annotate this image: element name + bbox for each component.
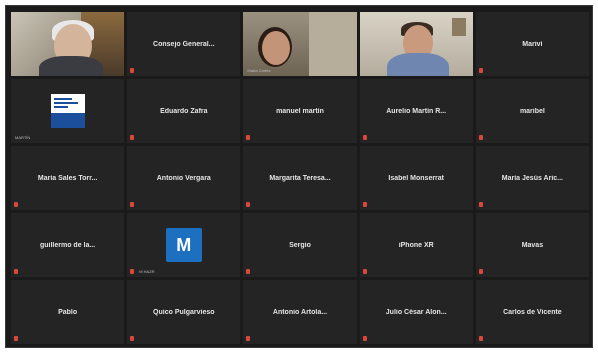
video-tile-1[interactable] — [11, 12, 125, 76]
muted-mic-icon — [478, 68, 483, 73]
muted-mic-icon — [478, 269, 483, 274]
video-tile-10[interactable]: maribel — [475, 79, 589, 143]
document-thumbnail — [50, 94, 85, 128]
participant-name: Aurelio Martín R... — [386, 107, 447, 115]
video-tile-13[interactable]: Margarita Teresa... — [243, 146, 357, 210]
gallery-grid: Consejo General... Marta Cortés Mariví M… — [11, 12, 589, 344]
participant-name: Carlos de Vicente — [503, 308, 562, 316]
muted-mic-icon — [130, 135, 135, 140]
video-tile-6[interactable]: MARTÍN — [11, 79, 125, 143]
participant-name: maribel — [519, 107, 545, 115]
muted-mic-icon — [478, 135, 483, 140]
participant-video — [359, 12, 473, 76]
muted-mic-icon — [362, 269, 367, 274]
participant-name: iPhone XR — [398, 241, 434, 249]
participant-name: Antonio Vergara — [156, 174, 211, 182]
participant-video — [243, 12, 357, 76]
video-tile-23[interactable]: Antonio Artola... — [243, 280, 357, 344]
participant-name: Quico Pulgarvieso — [153, 308, 215, 316]
tile-caption: Marta Cortés — [247, 68, 271, 73]
participant-name: Consejo General... — [153, 40, 215, 48]
video-tile-18[interactable]: Sergio — [243, 213, 357, 277]
video-tile-15[interactable]: María Jesús Aric... — [475, 146, 589, 210]
muted-mic-icon — [478, 202, 483, 207]
video-tile-2[interactable]: Consejo General... — [127, 12, 241, 76]
video-tile-20[interactable]: Mavas — [475, 213, 589, 277]
muted-mic-icon — [362, 202, 367, 207]
tile-caption: MARTÍN — [15, 135, 31, 140]
video-tile-14[interactable]: Isabel Monserrat — [359, 146, 473, 210]
participant-name: María Sales Torr... — [37, 174, 98, 182]
participant-name: Mavas — [521, 241, 544, 249]
participant-name: guillermo de la... — [39, 241, 96, 249]
participant-name: Mariví — [522, 40, 543, 48]
muted-mic-icon — [130, 336, 135, 341]
muted-mic-icon — [362, 336, 367, 341]
video-tile-17[interactable]: M M HAZR — [127, 213, 241, 277]
muted-mic-icon — [478, 336, 483, 341]
participant-name: Antonio Artola... — [272, 308, 328, 316]
participant-name: Isabel Monserrat — [388, 174, 445, 182]
video-tile-11[interactable]: María Sales Torr... — [11, 146, 125, 210]
video-tile-4[interactable] — [359, 12, 473, 76]
muted-mic-icon — [246, 269, 251, 274]
video-tile-5[interactable]: Mariví — [475, 12, 589, 76]
video-tile-3[interactable]: Marta Cortés — [243, 12, 357, 76]
video-tile-24[interactable]: Julio César Alon... — [359, 280, 473, 344]
video-tile-22[interactable]: Quico Pulgarvieso — [127, 280, 241, 344]
muted-mic-icon — [14, 202, 18, 207]
video-tile-21[interactable]: Pablo — [11, 280, 125, 344]
video-tile-8[interactable]: manuel martín — [243, 79, 357, 143]
video-tile-12[interactable]: Antonio Vergara — [127, 146, 241, 210]
muted-mic-icon — [14, 269, 18, 274]
video-tile-16[interactable]: guillermo de la... — [11, 213, 125, 277]
video-tile-9[interactable]: Aurelio Martín R... — [359, 79, 473, 143]
participant-name: Sergio — [289, 241, 311, 249]
muted-mic-icon — [246, 202, 251, 207]
tile-caption: M HAZR — [139, 269, 155, 274]
video-tile-7[interactable]: Eduardo Zafra — [127, 79, 241, 143]
zoom-window: Consejo General... Marta Cortés Mariví M… — [5, 5, 593, 348]
muted-mic-icon — [246, 135, 251, 140]
participant-name: manuel martín — [276, 107, 324, 115]
participant-video — [11, 12, 125, 76]
video-tile-19[interactable]: iPhone XR — [359, 213, 473, 277]
muted-mic-icon — [130, 269, 135, 274]
video-tile-25[interactable]: Carlos de Vicente — [475, 280, 589, 344]
participant-avatar: M — [165, 228, 202, 262]
participant-name: Pablo — [58, 308, 78, 316]
participant-name: Julio César Alon... — [385, 308, 447, 316]
muted-mic-icon — [362, 135, 367, 140]
muted-mic-icon — [130, 202, 135, 207]
muted-mic-icon — [14, 336, 18, 341]
participant-name: María Jesús Aric... — [501, 174, 563, 182]
muted-mic-icon — [246, 336, 251, 341]
muted-mic-icon — [130, 68, 135, 73]
participant-name: Margarita Teresa... — [269, 174, 331, 182]
participant-name: Eduardo Zafra — [160, 107, 208, 115]
